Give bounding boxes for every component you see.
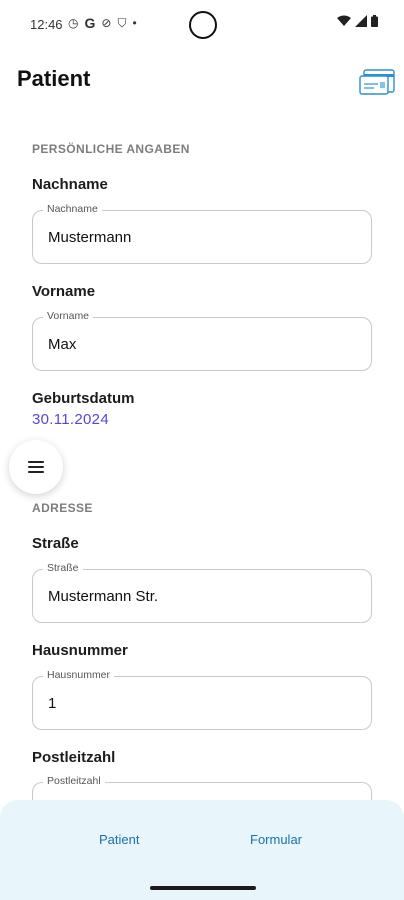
birthdate-value[interactable]: 30.11.2024 bbox=[32, 411, 109, 428]
section-header-personal: PERSÖNLICHE ANGABEN bbox=[32, 142, 190, 156]
status-time: 12:46 bbox=[30, 17, 63, 32]
lastname-field[interactable]: Nachname Mustermann bbox=[32, 203, 372, 264]
section-header-address: ADRESSE bbox=[32, 501, 93, 515]
wifi-icon bbox=[337, 15, 351, 26]
firstname-label: Vorname bbox=[32, 283, 96, 300]
status-bar: 12:46 ◷ G ⊘ ⛉ • bbox=[0, 0, 404, 52]
housenumber-label: Hausnummer bbox=[32, 642, 128, 659]
street-field[interactable]: Straße Mustermann Str. bbox=[32, 562, 372, 623]
firstname-value: Max bbox=[48, 336, 77, 353]
hamburger-menu-icon bbox=[28, 461, 44, 473]
street-label: Straße bbox=[32, 535, 79, 552]
postcode-label: Postleitzahl bbox=[32, 749, 116, 766]
bottom-navigation: Patient Formular bbox=[0, 800, 404, 900]
battery-icon bbox=[371, 15, 378, 27]
lastname-value: Mustermann bbox=[48, 229, 132, 246]
insurance-card-icon[interactable] bbox=[358, 66, 396, 98]
firstname-field[interactable]: Vorname Max bbox=[32, 310, 372, 371]
shield-icon: ⊘ bbox=[101, 16, 112, 30]
home-indicator[interactable] bbox=[150, 886, 256, 890]
shield-lock-icon: ⛉ bbox=[117, 16, 127, 30]
tab-patient[interactable]: Patient bbox=[99, 832, 139, 847]
clock-icon: ◷ bbox=[68, 16, 79, 30]
signal-icon bbox=[355, 15, 367, 27]
housenumber-field[interactable]: Hausnummer 1 bbox=[32, 669, 372, 730]
firstname-legend: Vorname bbox=[43, 310, 94, 322]
housenumber-legend: Hausnummer bbox=[43, 669, 115, 681]
camera-cutout bbox=[189, 11, 217, 39]
birthdate-label: Geburtsdatum bbox=[32, 390, 135, 407]
page-title: Patient bbox=[17, 66, 91, 91]
street-legend: Straße bbox=[43, 562, 83, 574]
dot-icon: • bbox=[132, 16, 137, 30]
housenumber-value: 1 bbox=[48, 695, 57, 712]
google-icon: G bbox=[84, 15, 96, 31]
menu-fab-button[interactable] bbox=[9, 440, 63, 494]
status-icons-right bbox=[337, 15, 378, 27]
street-value: Mustermann Str. bbox=[48, 588, 159, 605]
lastname-label: Nachname bbox=[32, 176, 108, 193]
status-icons-left: ◷ G ⊘ ⛉ • bbox=[68, 15, 137, 31]
tab-formular[interactable]: Formular bbox=[250, 832, 302, 847]
lastname-legend: Nachname bbox=[43, 203, 102, 215]
postcode-legend: Postleitzahl bbox=[43, 775, 105, 787]
